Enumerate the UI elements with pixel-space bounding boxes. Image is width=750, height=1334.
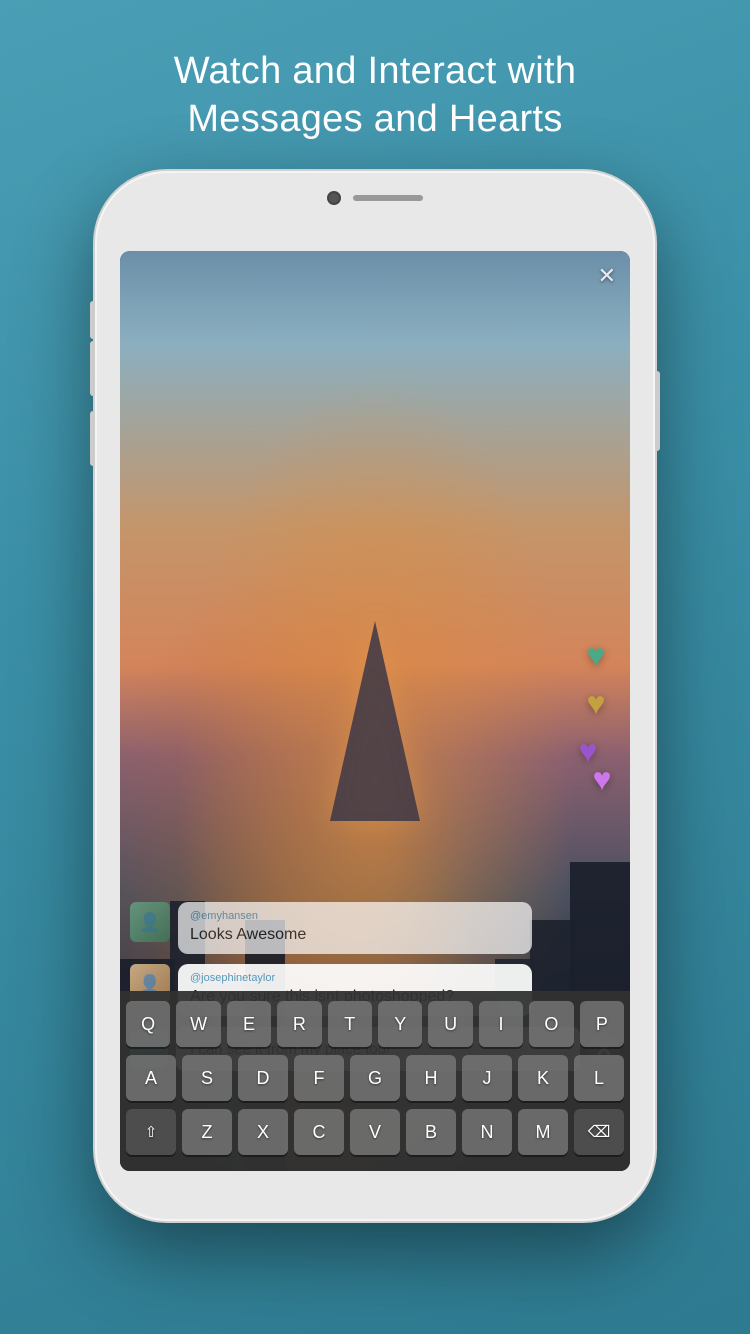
gold-heart-icon[interactable]: ♥	[578, 685, 614, 721]
key-X[interactable]: X	[238, 1109, 288, 1155]
close-button[interactable]: ✕	[598, 263, 616, 289]
message-1-text: Looks Awesome	[190, 925, 520, 946]
phone-frame: ✕ ♥ ♥ ♥ ♥ 👤 @emyhansen Looks Awesome	[95, 171, 655, 1221]
key-L[interactable]: L	[574, 1055, 624, 1101]
message-2-username: @josephinetaylor	[190, 972, 520, 984]
key-P[interactable]: P	[580, 1001, 624, 1047]
silent-switch	[90, 301, 95, 339]
key-K[interactable]: K	[518, 1055, 568, 1101]
key-M[interactable]: M	[518, 1109, 568, 1155]
volume-up-button	[90, 341, 95, 396]
page-title: Watch and Interact with Messages and Hea…	[174, 48, 577, 143]
key-I[interactable]: I	[479, 1001, 523, 1047]
purple-heart-2-icon[interactable]: ♥	[584, 761, 620, 797]
keyboard-row-3: ⇧ Z X C V B N M ⌫	[126, 1109, 624, 1155]
key-B[interactable]: B	[406, 1109, 456, 1155]
hearts-container: ♥ ♥ ♥ ♥	[578, 637, 614, 817]
key-Q[interactable]: Q	[126, 1001, 170, 1047]
key-Z[interactable]: Z	[182, 1109, 232, 1155]
key-F[interactable]: F	[294, 1055, 344, 1101]
volume-down-button	[90, 411, 95, 466]
key-H[interactable]: H	[406, 1055, 456, 1101]
keyboard: Q W E R T Y U I O P A S D F G H J K	[120, 991, 630, 1171]
green-heart-icon[interactable]: ♥	[578, 637, 614, 673]
front-camera	[327, 191, 341, 205]
phone-screen: ✕ ♥ ♥ ♥ ♥ 👤 @emyhansen Looks Awesome	[120, 251, 630, 1171]
message-1-username: @emyhansen	[190, 910, 520, 922]
key-V[interactable]: V	[350, 1109, 400, 1155]
backspace-key[interactable]: ⌫	[574, 1109, 624, 1155]
key-G[interactable]: G	[350, 1055, 400, 1101]
earpiece	[353, 195, 423, 201]
avatar-emyhansen: 👤	[130, 902, 170, 942]
header-section: Watch and Interact with Messages and Hea…	[114, 48, 637, 143]
power-button	[655, 371, 660, 451]
message-1-content: @emyhansen Looks Awesome	[178, 902, 532, 954]
key-T[interactable]: T	[328, 1001, 372, 1047]
keyboard-row-1: Q W E R T Y U I O P	[126, 1001, 624, 1047]
phone-notch	[327, 191, 423, 205]
key-R[interactable]: R	[277, 1001, 321, 1047]
transamerica-pyramid	[330, 621, 420, 821]
key-N[interactable]: N	[462, 1109, 512, 1155]
key-S[interactable]: S	[182, 1055, 232, 1101]
key-U[interactable]: U	[428, 1001, 472, 1047]
key-O[interactable]: O	[529, 1001, 573, 1047]
message-1: 👤 @emyhansen Looks Awesome	[130, 902, 532, 954]
shift-key[interactable]: ⇧	[126, 1109, 176, 1155]
key-C[interactable]: C	[294, 1109, 344, 1155]
key-W[interactable]: W	[176, 1001, 220, 1047]
key-E[interactable]: E	[227, 1001, 271, 1047]
keyboard-row-2: A S D F G H J K L	[126, 1055, 624, 1101]
key-D[interactable]: D	[238, 1055, 288, 1101]
key-A[interactable]: A	[126, 1055, 176, 1101]
key-Y[interactable]: Y	[378, 1001, 422, 1047]
key-J[interactable]: J	[462, 1055, 512, 1101]
